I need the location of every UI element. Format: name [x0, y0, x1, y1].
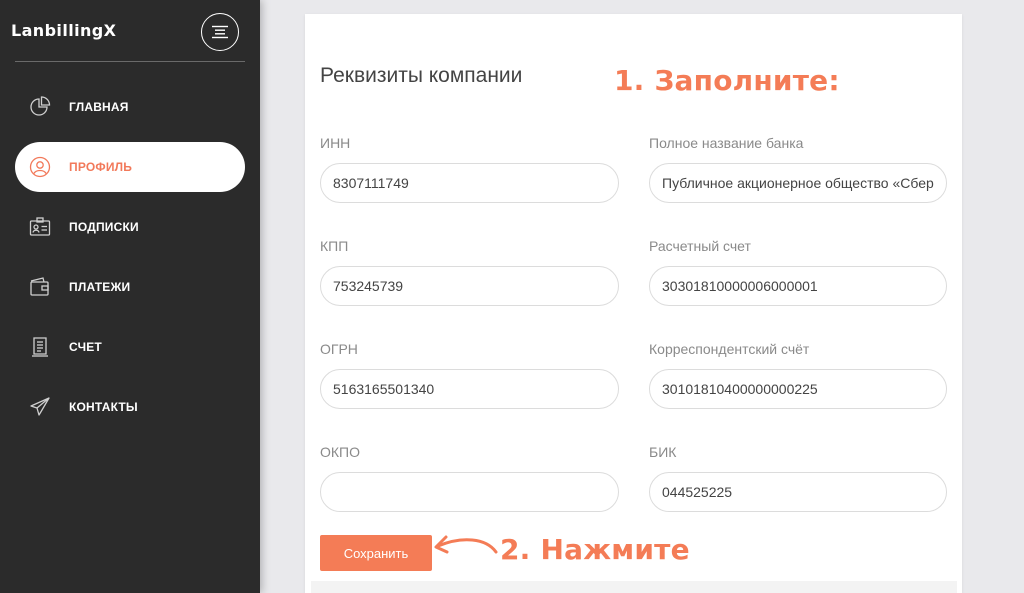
sidebar-divider: [15, 61, 245, 62]
inn-label: ИНН: [320, 135, 351, 151]
sidebar-item-label: КОНТАКТЫ: [69, 400, 138, 414]
id-card-icon: [27, 214, 53, 240]
kpp-label: КПП: [320, 238, 349, 254]
pie-chart-icon: [27, 94, 53, 120]
okpo-label: ОКПО: [320, 444, 360, 460]
wallet-icon: [27, 274, 53, 300]
ogrn-label: ОГРН: [320, 341, 358, 357]
sidebar-item-contacts[interactable]: КОНТАКТЫ: [15, 382, 245, 432]
ogrn-field[interactable]: [320, 369, 619, 409]
paper-plane-icon: [27, 394, 53, 420]
okpo-field[interactable]: [320, 472, 619, 512]
sidebar: LanbillingX ГЛАВНАЯ ПРОФИЛЬ ПОДПИСКИ ПЛА…: [0, 0, 260, 593]
kpp-field[interactable]: [320, 266, 619, 306]
sidebar-item-invoice[interactable]: СЧЕТ: [15, 322, 245, 372]
receipt-icon: [27, 334, 53, 360]
sidebar-item-label: ПОДПИСКИ: [69, 220, 139, 234]
annotation-step1: 1. Заполните:: [614, 64, 840, 97]
curved-arrow-icon: [434, 535, 498, 554]
sidebar-item-label: ПРОФИЛЬ: [69, 160, 133, 174]
bank-name-field[interactable]: [649, 163, 947, 203]
sidebar-item-subscriptions[interactable]: ПОДПИСКИ: [15, 202, 245, 252]
sidebar-item-label: ГЛАВНАЯ: [69, 100, 129, 114]
sidebar-item-payments[interactable]: ПЛАТЕЖИ: [15, 262, 245, 312]
corr-account-field[interactable]: [649, 369, 947, 409]
card-footer: [311, 581, 957, 593]
user-circle-icon: [27, 154, 53, 180]
account-field[interactable]: [649, 266, 947, 306]
menu-toggle-button[interactable]: [201, 13, 239, 51]
bik-field[interactable]: [649, 472, 947, 512]
save-button[interactable]: Сохранить: [320, 535, 432, 571]
corr-account-label: Корреспондентский счёт: [649, 341, 810, 357]
inn-field[interactable]: [320, 163, 619, 203]
annotation-step2: 2. Нажмите: [500, 533, 690, 566]
sidebar-item-home[interactable]: ГЛАВНАЯ: [15, 82, 245, 132]
sidebar-item-profile[interactable]: ПРОФИЛЬ: [15, 142, 245, 192]
page-title: Реквизиты компании: [320, 64, 523, 87]
app-brand: LanbillingX: [11, 21, 117, 40]
sidebar-item-label: ПЛАТЕЖИ: [69, 280, 131, 294]
account-label: Расчетный счет: [649, 238, 751, 254]
sidebar-item-label: СЧЕТ: [69, 340, 102, 354]
bank-name-label: Полное название банка: [649, 135, 804, 151]
bik-label: БИК: [649, 444, 677, 460]
menu-lines-icon: [212, 25, 228, 39]
